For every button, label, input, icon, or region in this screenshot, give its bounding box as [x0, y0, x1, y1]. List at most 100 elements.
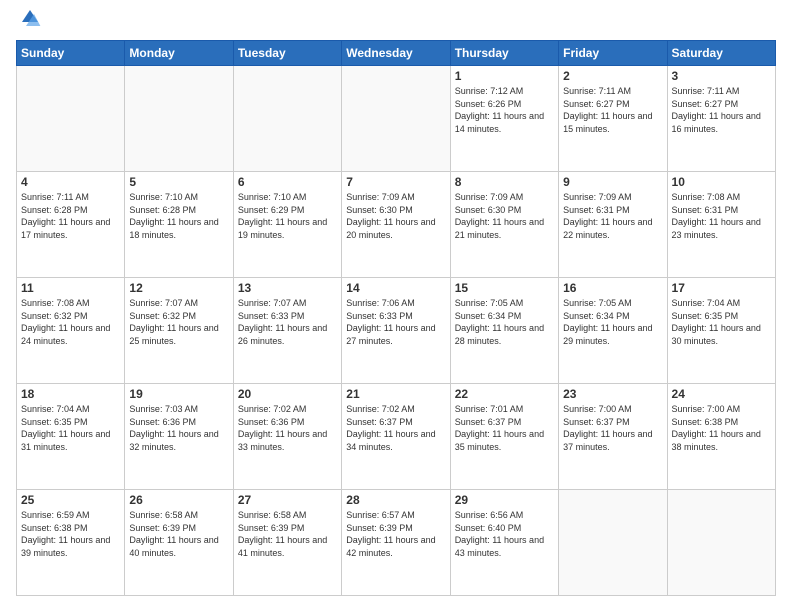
day-number: 26	[129, 493, 228, 507]
page: SundayMondayTuesdayWednesdayThursdayFrid…	[0, 0, 792, 612]
day-number: 9	[563, 175, 662, 189]
day-number: 12	[129, 281, 228, 295]
day-info: Sunrise: 7:08 AMSunset: 6:32 PMDaylight:…	[21, 297, 120, 347]
calendar-cell: 29 Sunrise: 6:56 AMSunset: 6:40 PMDayligh…	[450, 490, 558, 596]
calendar-cell: 8 Sunrise: 7:09 AMSunset: 6:30 PMDaylight…	[450, 172, 558, 278]
calendar-cell: 9 Sunrise: 7:09 AMSunset: 6:31 PMDaylight…	[559, 172, 667, 278]
calendar-cell: 21 Sunrise: 7:02 AMSunset: 6:37 PMDayligh…	[342, 384, 450, 490]
calendar-cell: 7 Sunrise: 7:09 AMSunset: 6:30 PMDaylight…	[342, 172, 450, 278]
day-info: Sunrise: 7:10 AMSunset: 6:28 PMDaylight:…	[129, 191, 228, 241]
weekday-header-tuesday: Tuesday	[233, 41, 341, 66]
day-info: Sunrise: 6:58 AMSunset: 6:39 PMDaylight:…	[129, 509, 228, 559]
day-number: 10	[672, 175, 771, 189]
day-info: Sunrise: 7:09 AMSunset: 6:30 PMDaylight:…	[346, 191, 445, 241]
day-info: Sunrise: 6:59 AMSunset: 6:38 PMDaylight:…	[21, 509, 120, 559]
weekday-header-row: SundayMondayTuesdayWednesdayThursdayFrid…	[17, 41, 776, 66]
weekday-header-friday: Friday	[559, 41, 667, 66]
day-number: 19	[129, 387, 228, 401]
day-info: Sunrise: 6:58 AMSunset: 6:39 PMDaylight:…	[238, 509, 337, 559]
day-number: 28	[346, 493, 445, 507]
day-info: Sunrise: 7:00 AMSunset: 6:37 PMDaylight:…	[563, 403, 662, 453]
day-number: 25	[21, 493, 120, 507]
calendar-cell: 18Sunrise: 7:04 AMSunset: 6:35 PMDayligh…	[17, 384, 125, 490]
logo-icon	[18, 6, 42, 30]
day-info: Sunrise: 7:10 AMSunset: 6:29 PMDaylight:…	[238, 191, 337, 241]
day-info: Sunrise: 7:03 AMSunset: 6:36 PMDaylight:…	[129, 403, 228, 453]
calendar-cell: 23 Sunrise: 7:00 AMSunset: 6:37 PMDayligh…	[559, 384, 667, 490]
day-number: 5	[129, 175, 228, 189]
day-info: Sunrise: 7:11 AMSunset: 6:27 PMDaylight:…	[563, 85, 662, 135]
calendar-cell: 27 Sunrise: 6:58 AMSunset: 6:39 PMDayligh…	[233, 490, 341, 596]
calendar-cell: 1 Sunrise: 7:12 AMSunset: 6:26 PMDaylight…	[450, 66, 558, 172]
day-info: Sunrise: 7:08 AMSunset: 6:31 PMDaylight:…	[672, 191, 771, 241]
weekday-header-thursday: Thursday	[450, 41, 558, 66]
calendar-cell: 19 Sunrise: 7:03 AMSunset: 6:36 PMDayligh…	[125, 384, 233, 490]
day-number: 20	[238, 387, 337, 401]
calendar-cell	[125, 66, 233, 172]
day-number: 3	[672, 69, 771, 83]
day-number: 13	[238, 281, 337, 295]
day-number: 22	[455, 387, 554, 401]
calendar-cell: 15 Sunrise: 7:05 AMSunset: 6:34 PMDayligh…	[450, 278, 558, 384]
day-info: Sunrise: 7:02 AMSunset: 6:37 PMDaylight:…	[346, 403, 445, 453]
day-info: Sunrise: 7:05 AMSunset: 6:34 PMDaylight:…	[563, 297, 662, 347]
calendar-cell: 14 Sunrise: 7:06 AMSunset: 6:33 PMDayligh…	[342, 278, 450, 384]
day-number: 29	[455, 493, 554, 507]
calendar-cell: 28 Sunrise: 6:57 AMSunset: 6:39 PMDayligh…	[342, 490, 450, 596]
calendar-cell: 22 Sunrise: 7:01 AMSunset: 6:37 PMDayligh…	[450, 384, 558, 490]
calendar-cell: 4Sunrise: 7:11 AMSunset: 6:28 PMDaylight…	[17, 172, 125, 278]
day-number: 7	[346, 175, 445, 189]
day-number: 1	[455, 69, 554, 83]
day-info: Sunrise: 7:02 AMSunset: 6:36 PMDaylight:…	[238, 403, 337, 453]
day-info: Sunrise: 7:05 AMSunset: 6:34 PMDaylight:…	[455, 297, 554, 347]
calendar-cell: 25 Sunrise: 6:59 AMSunset: 6:38 PMDayligh…	[17, 490, 125, 596]
day-number: 21	[346, 387, 445, 401]
day-number: 15	[455, 281, 554, 295]
day-info: Sunrise: 7:00 AMSunset: 6:38 PMDaylight:…	[672, 403, 771, 453]
header	[16, 16, 776, 30]
day-info: Sunrise: 7:06 AMSunset: 6:33 PMDaylight:…	[346, 297, 445, 347]
day-number: 6	[238, 175, 337, 189]
day-info: Sunrise: 7:11 AMSunset: 6:28 PMDaylight:…	[21, 191, 120, 241]
logo	[16, 16, 42, 30]
calendar-cell: 17Sunrise: 7:04 AMSunset: 6:35 PMDayligh…	[667, 278, 775, 384]
calendar-cell: 11 Sunrise: 7:08 AMSunset: 6:32 PMDayligh…	[17, 278, 125, 384]
week-row-4: 18Sunrise: 7:04 AMSunset: 6:35 PMDayligh…	[17, 384, 776, 490]
day-number: 8	[455, 175, 554, 189]
calendar-cell: 24 Sunrise: 7:00 AMSunset: 6:38 PMDayligh…	[667, 384, 775, 490]
week-row-2: 4Sunrise: 7:11 AMSunset: 6:28 PMDaylight…	[17, 172, 776, 278]
day-info: Sunrise: 7:04 AMSunset: 6:35 PMDaylight:…	[672, 297, 771, 347]
weekday-header-monday: Monday	[125, 41, 233, 66]
day-info: Sunrise: 7:11 AMSunset: 6:27 PMDaylight:…	[672, 85, 771, 135]
day-info: Sunrise: 7:01 AMSunset: 6:37 PMDaylight:…	[455, 403, 554, 453]
calendar-cell	[342, 66, 450, 172]
day-info: Sunrise: 7:09 AMSunset: 6:30 PMDaylight:…	[455, 191, 554, 241]
weekday-header-sunday: Sunday	[17, 41, 125, 66]
day-number: 27	[238, 493, 337, 507]
day-number: 14	[346, 281, 445, 295]
calendar-cell: 10 Sunrise: 7:08 AMSunset: 6:31 PMDayligh…	[667, 172, 775, 278]
day-info: Sunrise: 6:57 AMSunset: 6:39 PMDaylight:…	[346, 509, 445, 559]
week-row-1: 1 Sunrise: 7:12 AMSunset: 6:26 PMDaylight…	[17, 66, 776, 172]
day-number: 23	[563, 387, 662, 401]
calendar-cell: 16Sunrise: 7:05 AMSunset: 6:34 PMDayligh…	[559, 278, 667, 384]
day-info: Sunrise: 6:56 AMSunset: 6:40 PMDaylight:…	[455, 509, 554, 559]
week-row-3: 11 Sunrise: 7:08 AMSunset: 6:32 PMDayligh…	[17, 278, 776, 384]
calendar-cell: 6 Sunrise: 7:10 AMSunset: 6:29 PMDaylight…	[233, 172, 341, 278]
calendar-cell: 2 Sunrise: 7:11 AMSunset: 6:27 PMDaylight…	[559, 66, 667, 172]
calendar-cell	[233, 66, 341, 172]
day-number: 24	[672, 387, 771, 401]
week-row-5: 25 Sunrise: 6:59 AMSunset: 6:38 PMDayligh…	[17, 490, 776, 596]
day-info: Sunrise: 7:12 AMSunset: 6:26 PMDaylight:…	[455, 85, 554, 135]
day-info: Sunrise: 7:09 AMSunset: 6:31 PMDaylight:…	[563, 191, 662, 241]
day-number: 11	[21, 281, 120, 295]
calendar-cell: 20 Sunrise: 7:02 AMSunset: 6:36 PMDayligh…	[233, 384, 341, 490]
calendar-table: SundayMondayTuesdayWednesdayThursdayFrid…	[16, 40, 776, 596]
calendar-cell	[667, 490, 775, 596]
weekday-header-wednesday: Wednesday	[342, 41, 450, 66]
day-number: 2	[563, 69, 662, 83]
calendar-cell: 3 Sunrise: 7:11 AMSunset: 6:27 PMDaylight…	[667, 66, 775, 172]
calendar-cell	[17, 66, 125, 172]
day-info: Sunrise: 7:07 AMSunset: 6:32 PMDaylight:…	[129, 297, 228, 347]
calendar-cell	[559, 490, 667, 596]
